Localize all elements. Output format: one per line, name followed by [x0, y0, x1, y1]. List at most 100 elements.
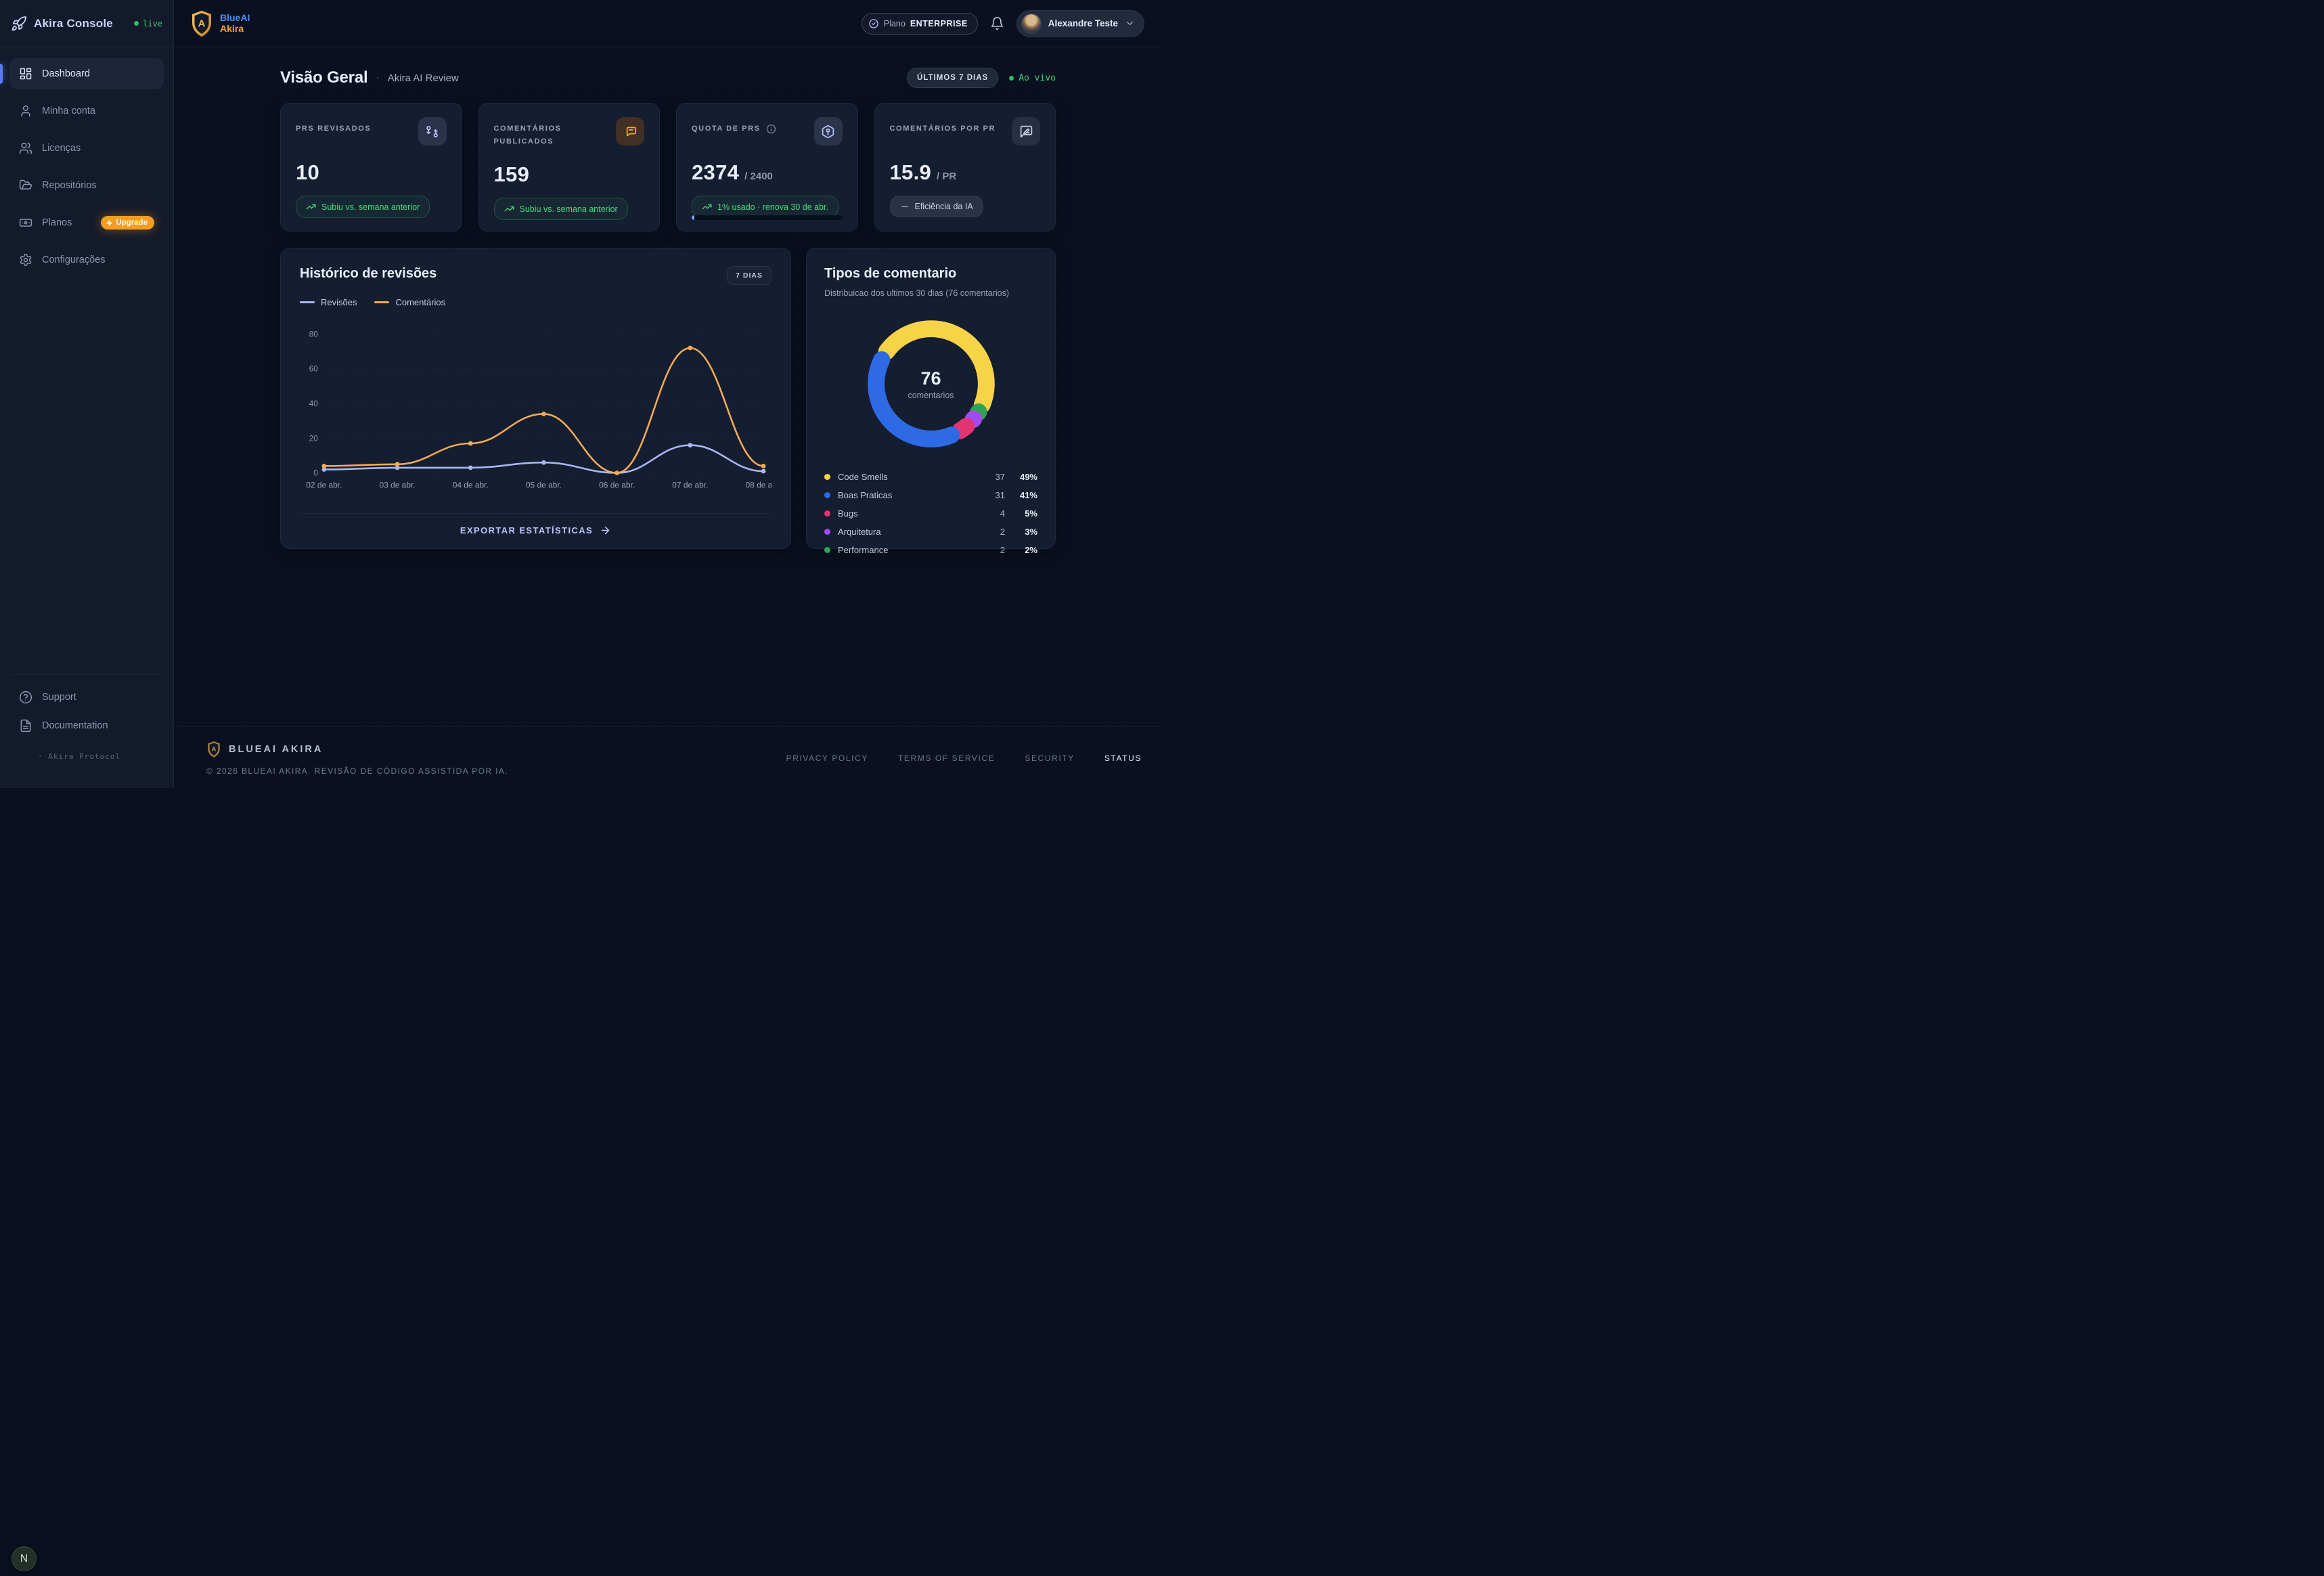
footer-copyright: © 2026 BLUEAI AKIRA. REVISÃO DE CÓDIGO A… — [206, 766, 508, 776]
history-chart-title: Histórico de revisões — [300, 266, 437, 282]
donut-legend-row-boas-praticas: Boas Praticas3141% — [824, 488, 1037, 502]
info-icon[interactable] — [766, 124, 776, 134]
sidebar-item-documentation[interactable]: Documentation — [9, 712, 164, 740]
rocket-icon — [11, 16, 27, 32]
live-dot-icon — [1009, 76, 1014, 81]
donut-legend: Code Smells3749% Boas Praticas3141% Bugs45… — [824, 470, 1037, 556]
brand-text: BlueAI Akira — [220, 13, 250, 34]
stat-label: QUOTA DE PRS — [692, 117, 776, 135]
trending-up-icon — [306, 202, 316, 212]
page-title: Visão Geral — [280, 68, 367, 87]
banknote-icon — [19, 216, 32, 229]
history-chart-card: Histórico de revisões 7 DIAS Revisões Com… — [280, 248, 791, 549]
chat-bubble-icon — [616, 117, 644, 146]
svg-text:40: 40 — [309, 399, 319, 408]
svg-text:20: 20 — [309, 433, 319, 443]
sidebar-item-dashboard[interactable]: Dashboard — [9, 58, 164, 89]
footer-brand: BLUEAI AKIRA — [229, 744, 323, 755]
svg-text:02 de abr.: 02 de abr. — [306, 481, 342, 490]
footer-shield-icon: A — [206, 741, 221, 758]
sidebar-bottom-nav: SupportDocumentation — [9, 683, 164, 740]
stat-value: 159 — [494, 162, 530, 187]
brand-logo: A BlueAI Akira — [189, 9, 250, 38]
message-pen-icon — [1012, 117, 1040, 146]
stats-grid: PRS REVISADOS 10 Subiu vs. se — [280, 103, 1056, 232]
legend-item-revisões: Revisões — [300, 297, 357, 307]
arrow-right-icon — [600, 525, 611, 536]
user-avatar — [1021, 14, 1042, 34]
protocol-version-text: · Akira Protocol — [38, 752, 164, 761]
period-filter-badge[interactable]: ÚLTIMOS 7 DIAS — [907, 68, 998, 88]
legend-item-comentários: Comentários — [374, 297, 445, 307]
trending-up-icon — [702, 202, 712, 212]
upgrade-badge[interactable]: Upgrade — [101, 216, 154, 229]
types-card-subtitle: Distribuicao dos ultimos 30 dias (76 com… — [824, 288, 1037, 298]
shield-logo-icon: A — [189, 9, 214, 38]
notifications-bell-button[interactable] — [990, 16, 1004, 30]
export-statistics-button[interactable]: EXPORTAR ESTATÍSTICAS — [460, 525, 611, 536]
page-footer: A BLUEAI AKIRA © 2026 BLUEAI AKIRA. REVI… — [174, 726, 1162, 788]
svg-text:06 de abr.: 06 de abr. — [599, 481, 635, 490]
svg-text:05 de abr.: 05 de abr. — [526, 481, 562, 490]
donut-legend-row-code-smells: Code Smells3749% — [824, 470, 1037, 483]
footer-link-security[interactable]: SECURITY — [1025, 753, 1074, 763]
types-card-title: Tipos de comentario — [824, 266, 1037, 282]
sidebar-item-licen-as[interactable]: Licenças — [9, 133, 164, 164]
history-chart-legend: Revisões Comentários — [300, 297, 772, 307]
live-status: Ao vivo — [1009, 73, 1056, 83]
title-separator: · — [376, 72, 379, 84]
stat-card-prs-revisados: PRS REVISADOS 10 Subiu vs. se — [280, 103, 462, 232]
svg-text:80: 80 — [309, 329, 319, 338]
sidebar-item-planos[interactable]: PlanosUpgrade — [9, 207, 164, 238]
sidebar-item-support[interactable]: Support — [9, 683, 164, 712]
dashboard-icon — [19, 67, 32, 81]
efficiency-badge: Eficiência da IA — [890, 196, 983, 217]
topbar: A BlueAI Akira Plano ENTERPRISE — [174, 0, 1162, 47]
file-text-icon — [19, 719, 32, 732]
stat-value: 10 — [296, 160, 319, 185]
stat-label: COMENTÁRIOS POR PR — [890, 117, 996, 135]
svg-text:A: A — [198, 18, 206, 29]
live-dot-icon — [134, 21, 139, 26]
stat-value: 15.9 — [890, 160, 932, 185]
footer-link-privacy-policy[interactable]: PRIVACY POLICY — [786, 753, 868, 763]
user-menu[interactable]: Alexandre Teste — [1016, 10, 1144, 37]
donut-center-label: 76 comentarios — [855, 307, 1008, 460]
main-area: A BlueAI Akira Plano ENTERPRISE — [174, 0, 1162, 788]
trend-badge: Subiu vs. semana anterior — [296, 196, 430, 218]
sidebar-bottom: SupportDocumentation · Akira Protocol — [0, 665, 173, 788]
folder-open-icon — [19, 179, 32, 192]
footer-links: PRIVACY POLICY TERMS OF SERVICE SECURITY ST… — [786, 753, 1142, 763]
minus-icon — [900, 202, 910, 211]
svg-text:03 de abr.: 03 de abr. — [379, 481, 415, 490]
quota-progress-fill — [692, 215, 694, 220]
sidebar-item-configura-es[interactable]: Configurações — [9, 244, 164, 276]
content-scroll-area: Visão Geral · Akira AI Review ÚLTIMOS 7 … — [174, 47, 1162, 788]
n-floating-button[interactable]: N — [12, 1546, 37, 1571]
svg-text:04 de abr.: 04 de abr. — [453, 481, 489, 490]
chevron-down-icon — [1125, 18, 1135, 28]
sidebar-item-reposit-rios[interactable]: Repositórios — [9, 170, 164, 201]
donut-chart: 76 comentarios — [855, 307, 1008, 460]
stat-card-comentarios-por-pr: COMENTÁRIOS POR PR 15.9 / PR — [874, 103, 1056, 232]
users-icon — [19, 141, 32, 155]
git-compare-icon — [418, 117, 447, 146]
topbar-right: Plano ENTERPRISE Alexandre Teste — [862, 10, 1144, 37]
svg-text:07 de abr.: 07 de abr. — [672, 481, 708, 490]
plan-badge: Plano ENTERPRISE — [862, 13, 978, 35]
live-badge: live — [134, 19, 162, 28]
history-period-badge[interactable]: 7 DIAS — [727, 266, 772, 285]
sidebar-header: Akira Console live — [0, 0, 173, 47]
trend-badge: Subiu vs. semana anterior — [494, 198, 628, 220]
page-subtitle: Akira AI Review — [388, 72, 459, 84]
donut-legend-row-arquitetura: Arquitetura23% — [824, 525, 1037, 538]
trending-up-icon — [504, 204, 514, 214]
page-header: Visão Geral · Akira AI Review ÚLTIMOS 7 … — [280, 68, 1056, 88]
sidebar-item-minha-conta[interactable]: Minha conta — [9, 95, 164, 127]
sidebar: Akira Console live Dashboard Minha conta L… — [0, 0, 174, 788]
footer-link-terms-of-service[interactable]: TERMS OF SERVICE — [898, 753, 995, 763]
donut-legend-row-bugs: Bugs45% — [824, 506, 1037, 520]
user-name: Alexandre Teste — [1048, 18, 1118, 28]
box-icon — [814, 117, 843, 146]
footer-link-status[interactable]: STATUS — [1104, 753, 1142, 763]
